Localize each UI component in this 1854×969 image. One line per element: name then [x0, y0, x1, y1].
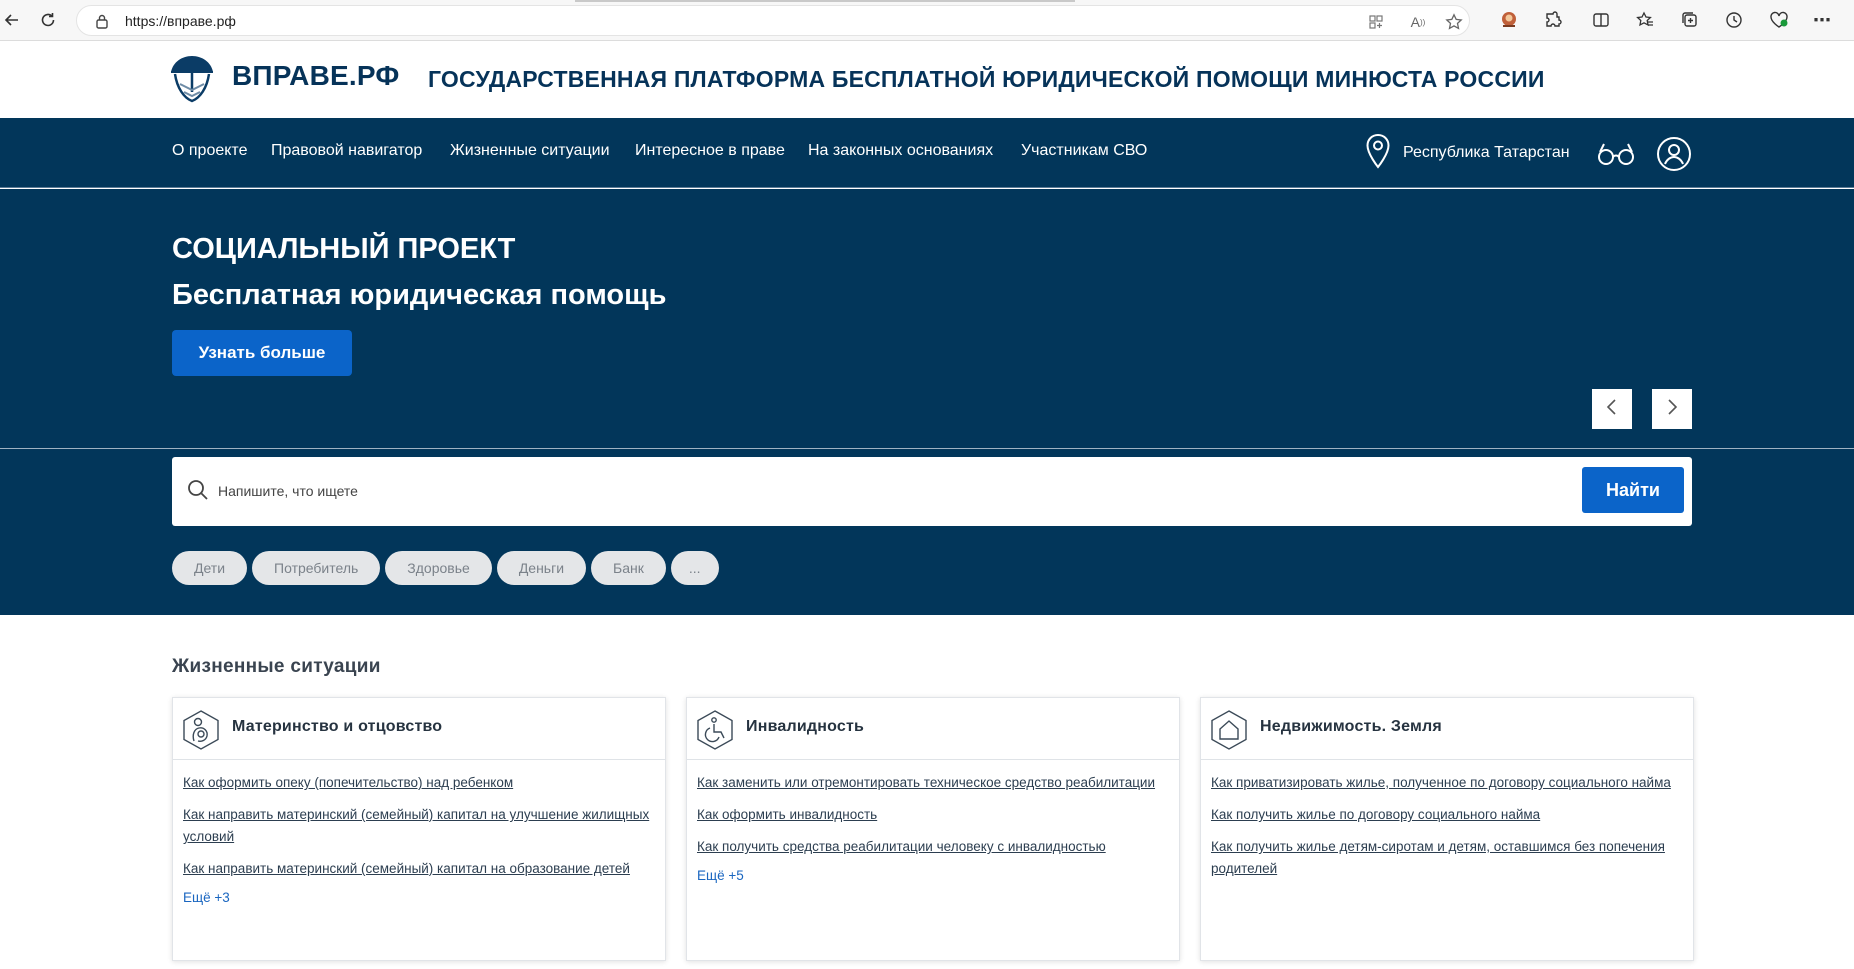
favorite-star-icon[interactable] — [1443, 11, 1465, 33]
nav-item-about[interactable]: О проекте — [172, 142, 247, 160]
history-icon[interactable] — [1722, 8, 1746, 32]
browser-toolbar: https://вправе.рф A)) ⋯ — [0, 0, 1854, 41]
url-text[interactable]: https://вправе.рф — [125, 13, 236, 29]
profile-icon[interactable] — [1497, 8, 1521, 32]
search-tags: Дети Потребитель Здоровье Деньги Банк ..… — [172, 551, 719, 585]
show-more-link[interactable]: Ещё +3 — [183, 890, 655, 905]
read-aloud-icon[interactable]: A)) — [1407, 11, 1429, 33]
situation-link[interactable]: Как получить жилье по договору социально… — [1211, 804, 1683, 826]
location-pin-icon — [1365, 133, 1391, 174]
tag-chip-children[interactable]: Дети — [172, 551, 248, 585]
nav-item-legal-grounds[interactable]: На законных основаниях — [808, 142, 993, 160]
card-header[interactable]: Материнство и отцовство — [173, 698, 665, 760]
hero-divider — [0, 448, 1854, 449]
tag-chip-bank[interactable]: Банк — [591, 551, 666, 585]
tag-chip-consumer[interactable]: Потребитель — [252, 551, 381, 585]
tag-chip-more[interactable]: ... — [670, 551, 719, 585]
nav-item-interesting[interactable]: Интересное в праве — [635, 142, 785, 160]
region-selector[interactable]: Республика Татарстан — [1365, 133, 1570, 174]
hero-kicker: СОЦИАЛЬНЫЙ ПРОЕКТ — [172, 233, 516, 265]
more-icon[interactable]: ⋯ — [1810, 8, 1834, 32]
collections-icon[interactable] — [1678, 8, 1702, 32]
logo-text[interactable]: ВПРАВЕ.РФ — [232, 60, 399, 92]
accessibility-glasses-icon[interactable] — [1596, 136, 1636, 172]
extensions-icon[interactable] — [1541, 8, 1565, 32]
card-header[interactable]: Инвалидность — [687, 698, 1179, 760]
search-button[interactable]: Найти — [1582, 467, 1684, 513]
wheelchair-icon — [695, 709, 735, 751]
nav-item-life-situations[interactable]: Жизненные ситуации — [450, 142, 610, 160]
situation-link[interactable]: Как приватизировать жилье, полученное по… — [1211, 772, 1683, 794]
split-screen-icon[interactable] — [1589, 8, 1613, 32]
situation-link[interactable]: Как получить жилье детям-сиротам и детям… — [1211, 836, 1683, 880]
card-title[interactable]: Недвижимость. Земля — [1260, 718, 1442, 736]
section-title-life-situations: Жизненные ситуации — [172, 656, 381, 677]
search-input[interactable] — [218, 477, 1318, 505]
tag-chip-health[interactable]: Здоровье — [385, 551, 492, 585]
slider-prev-button[interactable] — [1592, 389, 1632, 429]
main-nav: О проекте Правовой навигатор Жизненные с… — [0, 118, 1854, 188]
back-icon[interactable] — [0, 8, 24, 32]
apps-icon[interactable] — [1365, 11, 1387, 33]
card-title[interactable]: Инвалидность — [746, 718, 864, 736]
logo-emblem-icon[interactable] — [170, 54, 214, 104]
hero-banner: СОЦИАЛЬНЫЙ ПРОЕКТ Бесплатная юридическая… — [0, 189, 1854, 615]
reload-icon[interactable] — [36, 8, 60, 32]
tag-chip-money[interactable]: Деньги — [496, 551, 587, 585]
mother-child-icon — [181, 709, 221, 751]
slider-next-button[interactable] — [1652, 389, 1692, 429]
situation-link[interactable]: Как оформить опеку (попечительство) над … — [183, 772, 655, 794]
tab-strip-line — [575, 0, 1075, 2]
favorites-icon[interactable] — [1633, 8, 1657, 32]
house-icon — [1209, 709, 1249, 751]
show-more-link[interactable]: Ещё +5 — [697, 868, 1169, 883]
card-title[interactable]: Материнство и отцовство — [232, 718, 442, 736]
search-box: Найти — [172, 457, 1692, 526]
situation-card-real-estate: Недвижимость. Земля Как приватизировать … — [1200, 697, 1694, 961]
address-bar[interactable]: https://вправе.рф A)) — [76, 5, 1470, 36]
card-header[interactable]: Недвижимость. Земля — [1201, 698, 1693, 760]
health-icon[interactable] — [1767, 8, 1791, 32]
site-header: ВПРАВЕ.РФ ГОСУДАРСТВЕННАЯ ПЛАТФОРМА БЕСП… — [0, 42, 1854, 118]
chevron-left-icon — [1605, 398, 1619, 421]
chevron-right-icon — [1665, 398, 1679, 421]
situation-link[interactable]: Как получить средства реабилитации челов… — [697, 836, 1169, 858]
nav-item-legal-navigator[interactable]: Правовой навигатор — [271, 142, 422, 160]
region-label[interactable]: Республика Татарстан — [1403, 144, 1570, 162]
learn-more-button[interactable]: Узнать больше — [172, 330, 352, 376]
nav-item-svo[interactable]: Участникам СВО — [1021, 142, 1147, 160]
platform-title: ГОСУДАРСТВЕННАЯ ПЛАТФОРМА БЕСПЛАТНОЙ ЮРИ… — [428, 66, 1545, 92]
situation-link[interactable]: Как оформить инвалидность — [697, 804, 1169, 826]
user-account-icon[interactable] — [1656, 136, 1692, 172]
situation-card-disability: Инвалидность Как заменить или отремонтир… — [686, 697, 1180, 961]
situation-card-maternity: Материнство и отцовство Как оформить опе… — [172, 697, 666, 961]
hero-title: Бесплатная юридическая помощь — [172, 279, 667, 311]
situation-link[interactable]: Как направить материнский (семейный) кап… — [183, 858, 655, 880]
search-icon — [186, 478, 210, 507]
situation-link[interactable]: Как направить материнский (семейный) кап… — [183, 804, 655, 848]
situation-link[interactable]: Как заменить или отремонтировать техниче… — [697, 772, 1169, 794]
lock-icon[interactable] — [95, 13, 109, 34]
